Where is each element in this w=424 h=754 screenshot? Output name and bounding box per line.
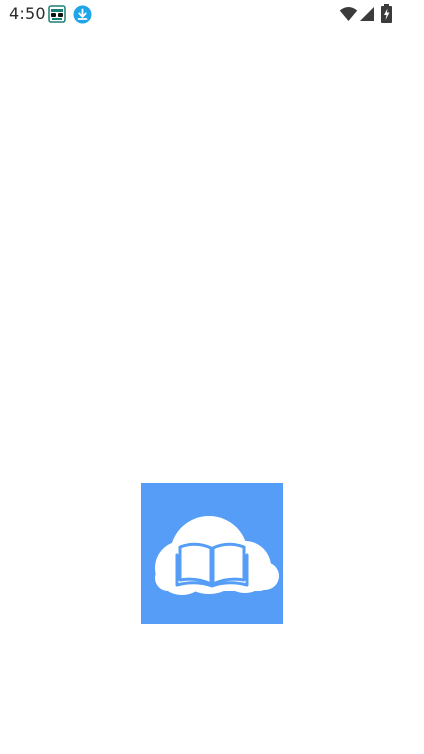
wifi-icon: [339, 7, 358, 21]
download-icon: [73, 5, 92, 24]
signal-icon: [360, 7, 374, 21]
status-time: 4:50: [9, 4, 46, 23]
battery-charging-icon: [381, 4, 392, 23]
app-logo: [141, 483, 283, 624]
status-bar: 4:50: [0, 0, 424, 28]
cloud-book-icon: [141, 483, 283, 624]
game-controller-icon: [48, 5, 66, 23]
